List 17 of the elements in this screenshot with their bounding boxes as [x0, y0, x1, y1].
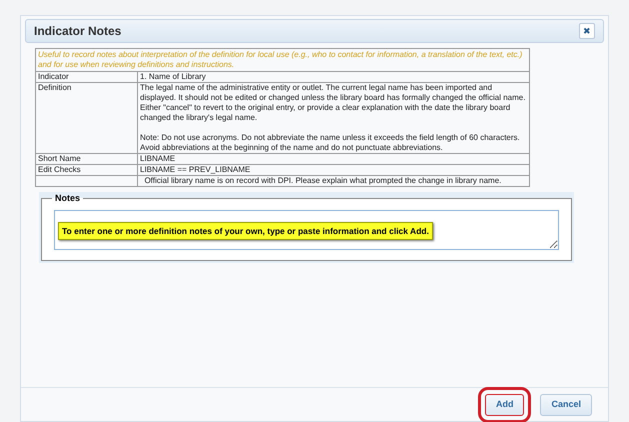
row-label: Edit Checks — [38, 165, 81, 174]
intro-text: Useful to record notes about interpretation of the definition for local use (e.g., who to contact for information, a translation of the text, etc.) and for use when reviewing definitions and instructions. — [38, 50, 522, 69]
row-value: LIBNAME — [140, 154, 176, 164]
dialog-button[interactable]: Cancel — [540, 394, 592, 416]
row-label: Definition — [38, 83, 72, 92]
notes-input-field[interactable] — [54, 210, 559, 250]
dialog-title: Indicator Notes — [34, 23, 122, 40]
row-value: LIBNAME == PREV_LIBNAME — [140, 165, 252, 175]
row-label: Indicator — [38, 72, 69, 81]
row-value: Official library name is on record with DPI. Please explain what prompted the change in library name. — [143, 176, 502, 186]
instruction-callout: To enter one or more definition notes of your own, type or paste information and click Add. — [58, 222, 433, 240]
row-label: Short Name — [38, 154, 81, 163]
row-value: Note: Do not use acronyms. Do not abbreviate the name unless it exceeds the field length of 60 characters. Avoid abbreviations at the beginning of the name and do not punctuate abbreviations. — [140, 133, 521, 153]
row-value: The legal name of the administrative entity or outlet. The current legal name has been imported and displayed. It should not be edited or changed unless the library board has formally changed the official name. Either "cancel" to revert to the original entry, or provide a clear explanation with the date the library board changed the library's legal name. — [140, 83, 526, 123]
close-button[interactable]: ✖ — [579, 23, 595, 39]
notes-legend: Notes — [52, 192, 84, 206]
row-value: 1. Name of Library — [140, 72, 207, 82]
